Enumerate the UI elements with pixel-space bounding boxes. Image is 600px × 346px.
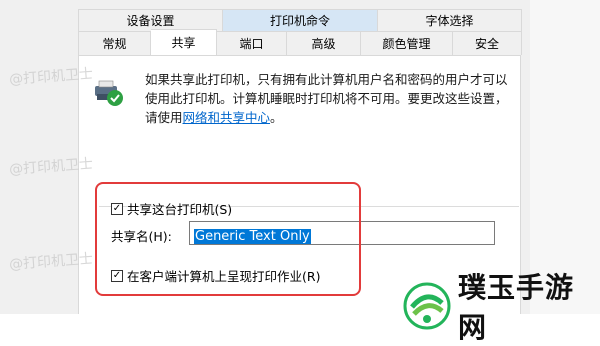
tab-color-management[interactable]: 颜色管理 [361, 31, 453, 55]
watermark: @打印机卫士 [8, 66, 94, 88]
sharing-info-suffix: 。 [270, 110, 283, 125]
watermark: @打印机卫士 [8, 251, 94, 273]
sharing-info-text: 如果共享此打印机，只有拥有此计算机用户名和密码的用户才可以使用此打印机。计算机睡… [145, 70, 517, 127]
tab-font-selection[interactable]: 字体选择 [378, 9, 522, 31]
tab-sharing[interactable]: 共享 [151, 29, 217, 55]
tab-printer-commands[interactable]: 打印机命令 [223, 9, 378, 31]
network-sharing-center-link[interactable]: 网络和共享中心 [183, 110, 271, 125]
logo-icon [402, 281, 452, 331]
tab-security[interactable]: 安全 [453, 31, 522, 55]
watermark: @打印机卫士 [8, 156, 94, 178]
tab-ports[interactable]: 端口 [217, 31, 287, 55]
tab-advanced[interactable]: 高级 [287, 31, 361, 55]
tab-general[interactable]: 常规 [79, 31, 151, 55]
tab-device-settings[interactable]: 设备设置 [79, 9, 223, 31]
site-logo: 璞玉手游网 [402, 266, 600, 346]
logo-text: 璞玉手游网 [458, 271, 575, 344]
tab-row-top: 设备设置 打印机命令 字体选择 [78, 9, 522, 31]
printer-shared-icon [93, 78, 125, 108]
tab-row-bottom: 常规 共享 端口 高级 颜色管理 安全 [78, 29, 522, 55]
highlight-box [95, 182, 361, 296]
printer-properties-dialog: 设备设置 打印机命令 字体选择 常规 共享 端口 高级 颜色管理 安全 如果共享… [0, 0, 600, 344]
